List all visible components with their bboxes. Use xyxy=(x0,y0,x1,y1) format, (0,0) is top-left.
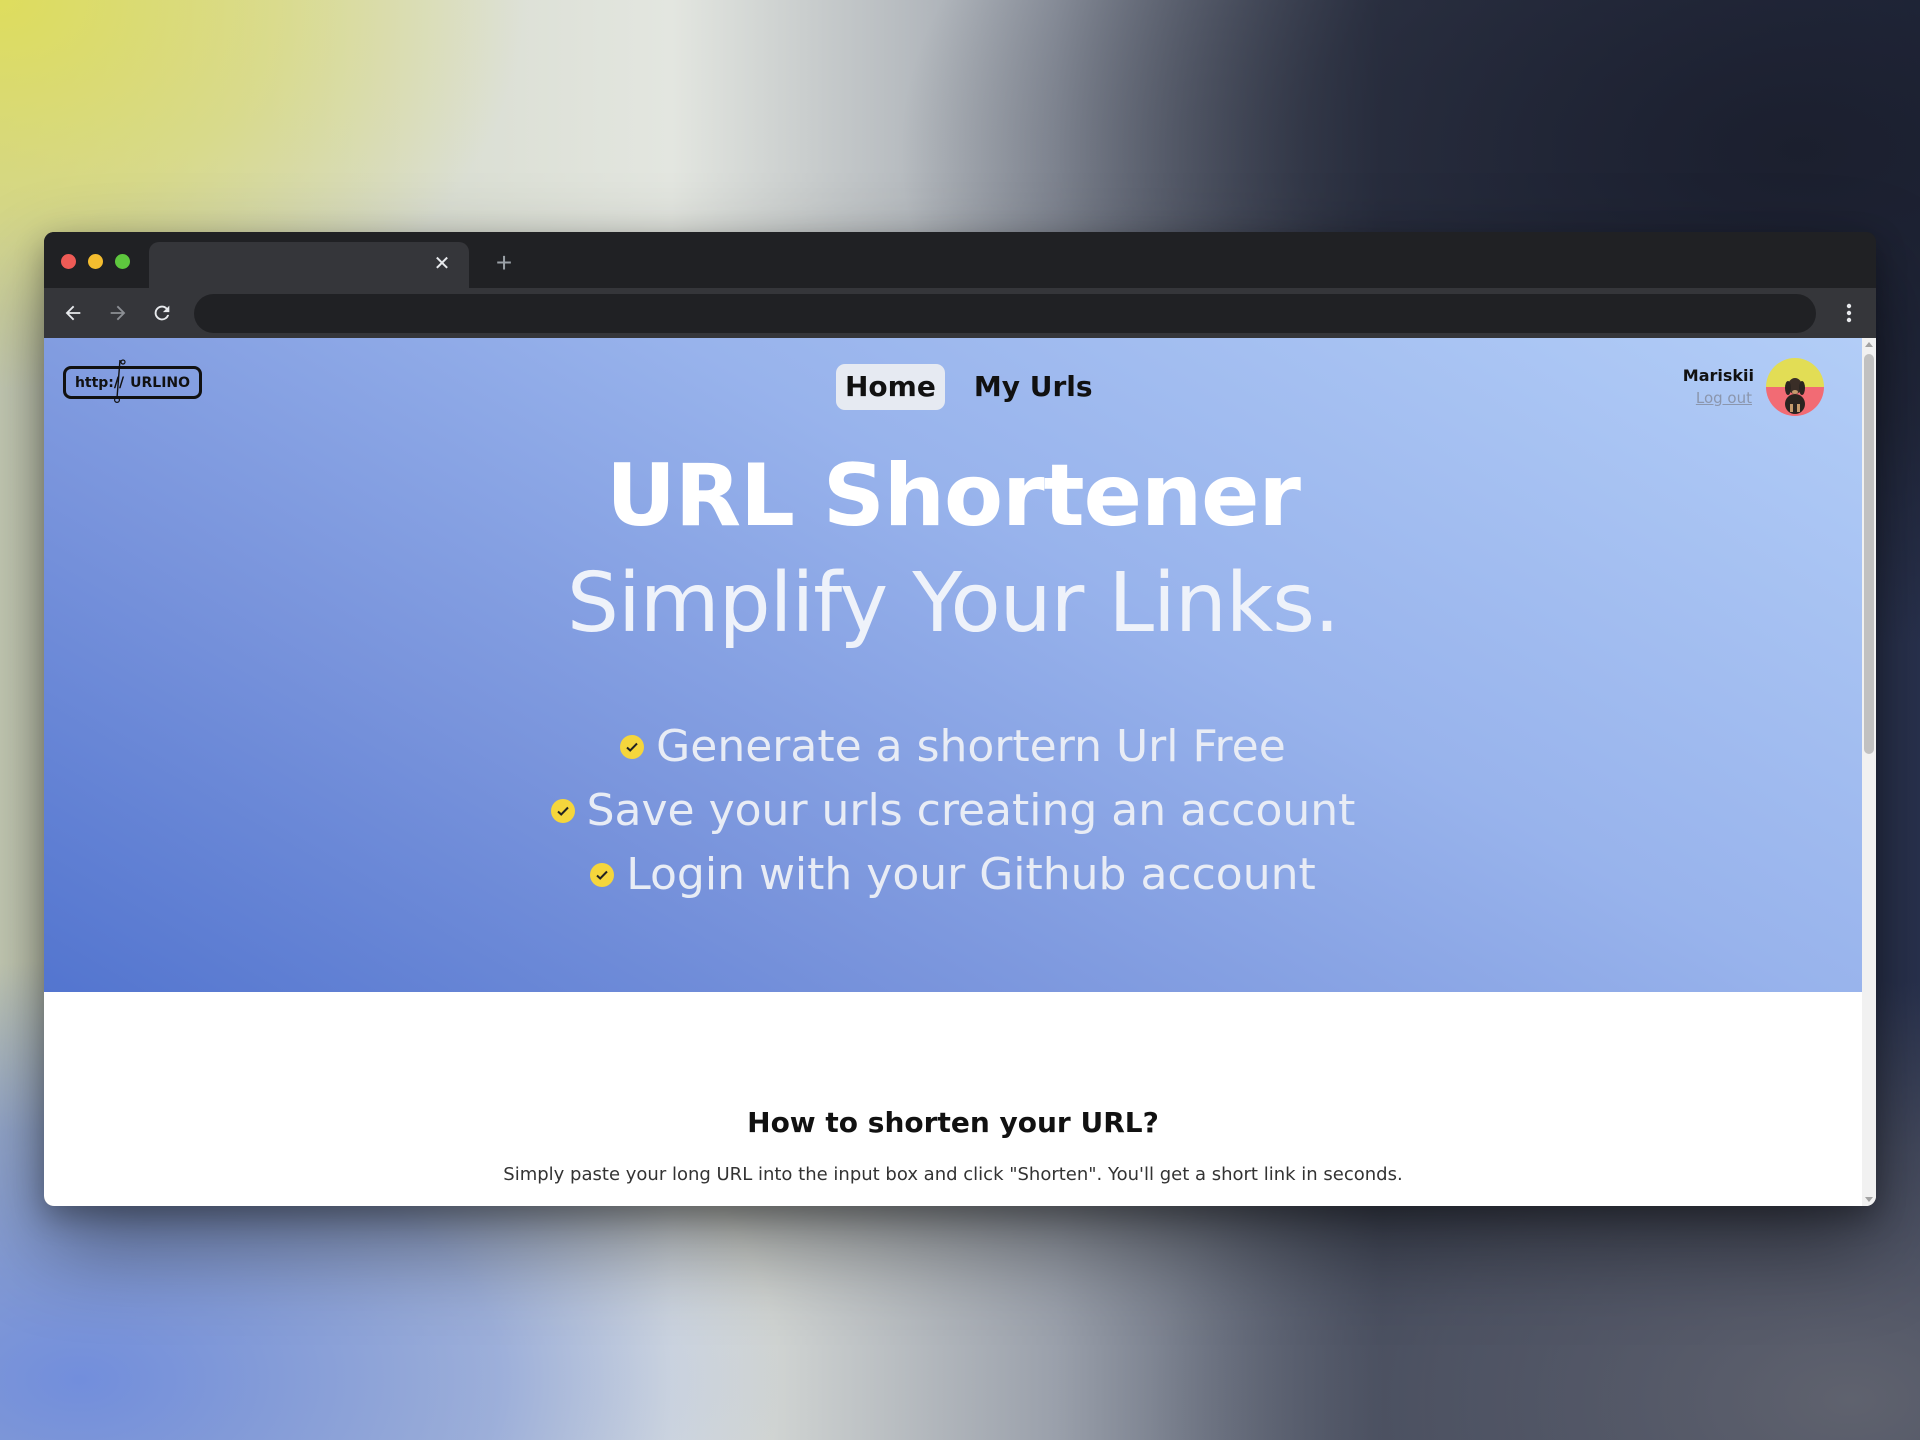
new-tab-icon[interactable]: + xyxy=(489,248,519,278)
how-to-description: Simply paste your long URL into the inpu… xyxy=(503,1164,1403,1185)
reload-button[interactable] xyxy=(145,296,179,330)
scrollbar-thumb[interactable] xyxy=(1864,354,1874,754)
arrow-right-icon xyxy=(110,305,126,321)
tab-close-icon[interactable]: ✕ xyxy=(429,251,455,277)
page-title: URL Shortener xyxy=(606,446,1301,546)
maximize-window-button[interactable] xyxy=(115,254,130,269)
minimize-window-button[interactable] xyxy=(88,254,103,269)
feature-item: Save your urls creating an account xyxy=(550,782,1356,840)
scroll-up-icon[interactable] xyxy=(1865,342,1873,347)
address-bar[interactable] xyxy=(194,294,1816,333)
close-window-button[interactable] xyxy=(61,254,76,269)
main-nav: Home My Urls xyxy=(836,362,1102,412)
avatar[interactable] xyxy=(1766,358,1824,416)
check-circle-icon xyxy=(590,863,615,887)
username: Mariskii xyxy=(1682,366,1754,385)
feature-item: Login with your Github account xyxy=(590,846,1316,904)
back-button[interactable] xyxy=(56,296,90,330)
arrow-left-icon xyxy=(65,305,81,321)
forward-button[interactable] xyxy=(101,296,135,330)
how-to-title: How to shorten your URL? xyxy=(747,1106,1159,1139)
logo-name: URLINO xyxy=(130,374,191,391)
scroll-down-icon[interactable] xyxy=(1865,1197,1873,1202)
logout-link[interactable]: Log out xyxy=(1696,389,1752,407)
page-subtitle: Simplify Your Links. xyxy=(566,556,1340,651)
feature-text: Generate a shortern Url Free xyxy=(656,721,1286,772)
reload-icon xyxy=(154,305,170,321)
nav-my-urls-link[interactable]: My Urls xyxy=(965,364,1102,410)
hero-section: http:// URLINO Home My Urls Mariskii Log… xyxy=(44,338,1862,992)
page-viewport: http:// URLINO Home My Urls Mariskii Log… xyxy=(44,338,1876,1206)
feature-list: Generate a shortern Url Free Save your u… xyxy=(44,718,1862,904)
browser-menu-button[interactable] xyxy=(1832,296,1866,330)
feature-text: Save your urls creating an account xyxy=(586,785,1356,836)
dog-avatar-icon xyxy=(1785,378,1805,414)
browser-tab[interactable]: ✕ xyxy=(149,242,469,288)
check-circle-icon xyxy=(550,799,575,823)
more-vertical-icon xyxy=(1846,303,1852,323)
scissors-icon xyxy=(113,359,126,403)
site-logo[interactable]: http:// URLINO xyxy=(63,366,202,399)
browser-window: ✕ + http:// URLINO Home My Urls Mariskii… xyxy=(44,232,1876,1206)
nav-home-link[interactable]: Home xyxy=(836,364,945,410)
tab-strip: ✕ + xyxy=(44,232,1876,288)
feature-text: Login with your Github account xyxy=(626,849,1316,900)
browser-toolbar xyxy=(44,288,1876,338)
check-circle-icon xyxy=(620,735,645,759)
feature-item: Generate a shortern Url Free xyxy=(620,718,1286,776)
page-scrollbar[interactable] xyxy=(1862,338,1876,1206)
